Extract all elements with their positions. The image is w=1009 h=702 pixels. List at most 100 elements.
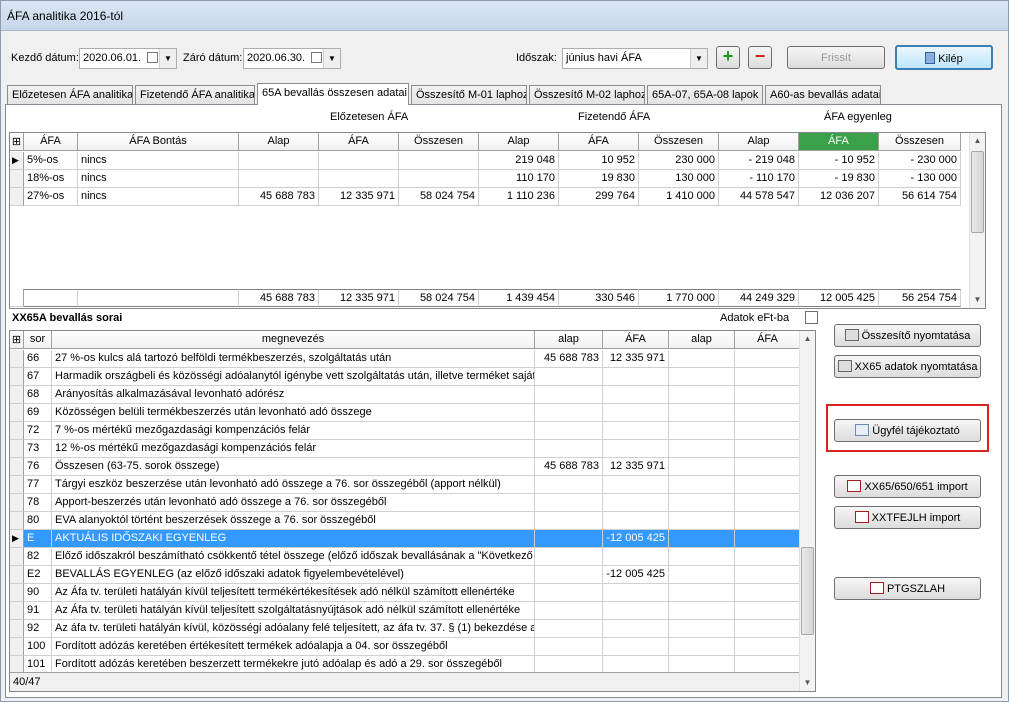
table-cell[interactable] [735, 368, 801, 386]
table-cell[interactable]: 82 [24, 548, 52, 566]
eft-checkbox[interactable] [805, 311, 818, 324]
table-cell[interactable]: 90 [24, 584, 52, 602]
table-cell[interactable]: Összesen (63-75. sorok összege) [52, 458, 535, 476]
table-cell[interactable] [735, 422, 801, 440]
table-cell[interactable] [535, 584, 603, 602]
tab-elozetes[interactable]: Előzetesen ÁFA analitika [7, 85, 133, 104]
table-cell[interactable] [535, 512, 603, 530]
table-cell[interactable]: 76 [24, 458, 52, 476]
summary-print-button[interactable]: Összesítő nyomtatása [834, 324, 981, 347]
table-cell[interactable]: - 219 048 [719, 152, 799, 170]
table-cell[interactable]: 69 [24, 404, 52, 422]
xxtfejlh-import-button[interactable]: XXTFEJLH import [834, 506, 981, 529]
table-cell[interactable] [535, 530, 603, 548]
table-cell[interactable]: 91 [24, 602, 52, 620]
table-cell[interactable] [239, 170, 319, 188]
table-cell[interactable]: Az Áfa tv. területi hatályán kívül telje… [52, 602, 535, 620]
table-cell[interactable] [669, 476, 735, 494]
table-cell[interactable] [735, 620, 801, 638]
table-cell[interactable] [669, 530, 735, 548]
end-date-picker[interactable]: 2020.06.30. ▼ [243, 48, 341, 69]
table-cell[interactable] [735, 476, 801, 494]
table-cell[interactable]: EVA alanyoktól történt beszerzések össze… [52, 512, 535, 530]
table-cell[interactable] [669, 494, 735, 512]
table-cell[interactable]: -12 005 425 [603, 566, 669, 584]
table-cell[interactable]: 44 578 547 [719, 188, 799, 206]
exit-button[interactable]: Kilép [895, 45, 993, 70]
rows-scrollbar[interactable]: ▲ ▼ [799, 331, 815, 691]
table-cell[interactable]: nincs [78, 188, 239, 206]
table-cell[interactable]: - 10 952 [799, 152, 879, 170]
table-cell[interactable] [735, 350, 801, 368]
table-cell[interactable] [669, 440, 735, 458]
table-cell[interactable]: 5%-os [24, 152, 78, 170]
table-cell[interactable] [669, 638, 735, 656]
table-cell[interactable] [735, 386, 801, 404]
table-cell[interactable] [535, 602, 603, 620]
table-cell[interactable] [669, 422, 735, 440]
tab-fizetendo[interactable]: Fizetendő ÁFA analitika [135, 85, 255, 104]
table-cell[interactable] [239, 152, 319, 170]
table-cell[interactable]: 10 952 [559, 152, 639, 170]
ptgszlah-button[interactable]: PTGSZLAH [834, 577, 981, 600]
table-cell[interactable]: 45 688 783 [535, 458, 603, 476]
table-cell[interactable] [669, 548, 735, 566]
table-cell[interactable]: 58 024 754 [399, 188, 479, 206]
table-cell[interactable]: BEVALLÁS EGYENLEG (az előző időszaki ada… [52, 566, 535, 584]
table-cell[interactable]: Előző időszakról beszámítható csökkentő … [52, 548, 535, 566]
table-cell[interactable] [603, 422, 669, 440]
scroll-up-icon[interactable]: ▲ [970, 133, 985, 149]
table-cell[interactable] [535, 404, 603, 422]
table-cell[interactable] [535, 494, 603, 512]
tab-m02[interactable]: Összesítő M-02 laphoz [529, 85, 645, 104]
table-cell[interactable]: 73 [24, 440, 52, 458]
scroll-down-icon[interactable]: ▼ [970, 292, 985, 308]
table-cell[interactable]: AKTUÁLIS IDŐSZAKI EGYENLEG [52, 530, 535, 548]
scroll-down-icon[interactable]: ▼ [800, 675, 815, 691]
table-cell[interactable] [669, 350, 735, 368]
table-cell[interactable] [319, 152, 399, 170]
xx65-import-button[interactable]: XX65/650/651 import [834, 475, 981, 498]
table-cell[interactable]: 78 [24, 494, 52, 512]
table-cell[interactable]: 19 830 [559, 170, 639, 188]
table-cell[interactable]: 1 110 236 [479, 188, 559, 206]
table-cell[interactable] [669, 620, 735, 638]
refresh-button[interactable]: Frissít [787, 46, 885, 69]
table-cell[interactable]: 18%-os [24, 170, 78, 188]
table-cell[interactable] [735, 548, 801, 566]
table-cell[interactable]: 230 000 [639, 152, 719, 170]
table-cell[interactable]: 219 048 [479, 152, 559, 170]
table-cell[interactable]: 92 [24, 620, 52, 638]
table-cell[interactable]: 100 [24, 638, 52, 656]
table-cell[interactable]: 12 335 971 [603, 458, 669, 476]
table-cell[interactable] [735, 566, 801, 584]
grid-options-icon[interactable]: ⊞ [10, 133, 24, 151]
table-cell[interactable] [535, 638, 603, 656]
table-cell[interactable]: Az Áfa tv. területi hatályán kívül telje… [52, 584, 535, 602]
xx65-print-button[interactable]: XX65 adatok nyomtatása [834, 355, 981, 378]
table-cell[interactable]: 56 614 754 [879, 188, 961, 206]
table-cell[interactable] [669, 386, 735, 404]
table-cell[interactable] [535, 368, 603, 386]
table-cell[interactable]: nincs [78, 152, 239, 170]
table-cell[interactable]: E [24, 530, 52, 548]
table-cell[interactable]: 45 688 783 [239, 188, 319, 206]
table-cell[interactable]: 45 688 783 [535, 350, 603, 368]
table-cell[interactable] [603, 494, 669, 512]
add-button[interactable]: + [716, 46, 740, 69]
table-cell[interactable] [603, 512, 669, 530]
table-cell[interactable]: 7 %-os mértékű mezőgazdasági kompenzáció… [52, 422, 535, 440]
table-cell[interactable] [399, 170, 479, 188]
table-cell[interactable]: 68 [24, 386, 52, 404]
chevron-down-icon[interactable]: ▼ [323, 49, 340, 68]
table-cell[interactable]: 72 [24, 422, 52, 440]
table-cell[interactable]: 80 [24, 512, 52, 530]
table-cell[interactable] [535, 620, 603, 638]
table-cell[interactable]: Arányosítás alkalmazásával levonható adó… [52, 386, 535, 404]
table-cell[interactable]: 67 [24, 368, 52, 386]
table-cell[interactable]: -12 005 425 [603, 530, 669, 548]
table-cell[interactable]: nincs [78, 170, 239, 188]
table-cell[interactable] [319, 170, 399, 188]
table-cell[interactable] [535, 440, 603, 458]
table-cell[interactable] [669, 458, 735, 476]
